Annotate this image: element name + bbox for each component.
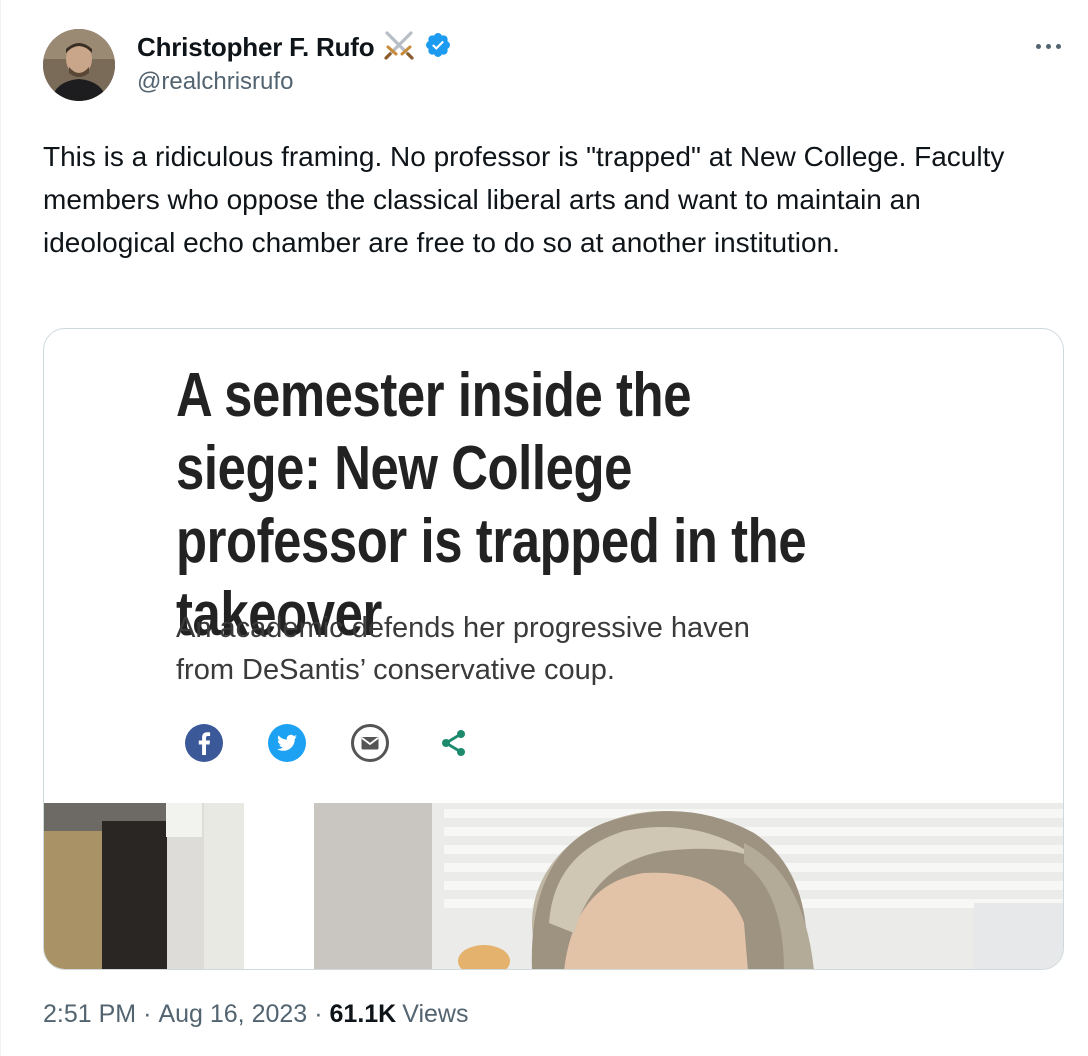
avatar[interactable] <box>43 29 115 101</box>
tweet-text: This is a ridiculous framing. No profess… <box>43 141 1005 258</box>
article-photo <box>44 803 1063 969</box>
crossed-swords-icon <box>382 30 416 65</box>
author-handle[interactable]: @realchrisrufo <box>137 68 293 96</box>
tweet: Christopher F. Rufo @realchrisrufo This … <box>0 0 1088 1056</box>
views-count[interactable]: 61.1K <box>330 1000 397 1029</box>
tweet-time[interactable]: 2:51 PM <box>43 1000 136 1029</box>
tweet-date[interactable]: Aug 16, 2023 <box>158 1000 307 1029</box>
author-display-name[interactable]: Christopher F. Rufo <box>137 32 375 63</box>
share-icons-row <box>184 723 516 763</box>
twitter-icon[interactable] <box>267 723 307 763</box>
more-dot-icon <box>1045 43 1051 49</box>
more-dot-icon <box>1035 43 1041 49</box>
tweet-meta: 2:51 PM · Aug 16, 2023 · 61.1K Views <box>43 1000 468 1029</box>
article-card[interactable]: A semester inside the siege: New College… <box>43 328 1064 970</box>
share-icon[interactable] <box>433 723 473 763</box>
views-label: Views <box>402 1000 469 1028</box>
card-subhead: An academic defends her progressive have… <box>176 612 750 686</box>
more-dot-icon <box>1055 43 1061 49</box>
verified-badge-icon[interactable] <box>424 31 452 64</box>
meta-separator: · <box>143 1000 152 1028</box>
author-name-row[interactable]: Christopher F. Rufo <box>137 30 452 65</box>
facebook-icon[interactable] <box>184 723 224 763</box>
more-options-button[interactable] <box>1027 34 1069 58</box>
meta-separator: · <box>314 1000 323 1028</box>
email-icon[interactable] <box>350 723 390 763</box>
